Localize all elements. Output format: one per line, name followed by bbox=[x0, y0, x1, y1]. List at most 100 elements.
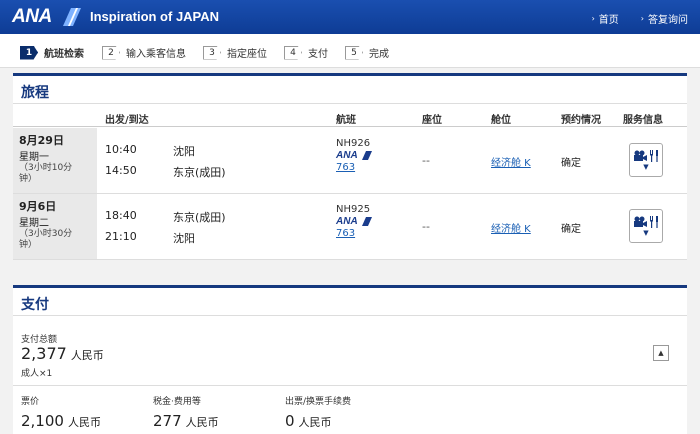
inquiry-link-label: 答复询问 bbox=[648, 15, 688, 26]
fee-taxes: 税金·费用等 277 人民币 bbox=[153, 394, 219, 430]
col-seat: 座位 bbox=[422, 115, 442, 126]
fee-currency: 人民币 bbox=[298, 416, 332, 429]
booking-steps: 1 航班检索 2 输入乘客信息 3 指定座位 4 支付 5 完成 bbox=[0, 34, 700, 68]
fee-value: 2,100 bbox=[21, 412, 64, 430]
total-value: 2,377 bbox=[21, 344, 67, 363]
weekday: 星期二 bbox=[19, 218, 49, 229]
duration-cont: 钟） bbox=[19, 174, 38, 184]
flight-number: NH925 bbox=[336, 204, 371, 215]
movie-camera-icon bbox=[634, 216, 647, 227]
departure-city: 沈阳 bbox=[173, 145, 195, 158]
fee-currency: 人民币 bbox=[67, 416, 101, 429]
step-1: 1 航班检索 bbox=[20, 45, 84, 60]
chevron-down-icon: ▼ bbox=[643, 228, 649, 237]
airline-name: ANA bbox=[336, 216, 358, 227]
itinerary-card: 旅程 出发/到达 航班 座位 舱位 预约情况 服务信息 8月29日 星期一 （3… bbox=[13, 73, 687, 260]
collapse-button[interactable]: ▲ bbox=[653, 345, 669, 361]
step-number: 5 bbox=[345, 45, 363, 60]
fee-ticketing: 出票/换票手续费 0 人民币 bbox=[285, 394, 351, 430]
aircraft-link[interactable]: 763 bbox=[336, 162, 372, 173]
chevron-right-icon: › bbox=[640, 14, 644, 23]
col-cabin: 舱位 bbox=[491, 115, 511, 126]
fee-label: 出票/换票手续费 bbox=[285, 397, 352, 407]
payment-title: 支付 bbox=[13, 288, 687, 316]
cabin-link[interactable]: 经济舱 K bbox=[491, 220, 531, 235]
meal-icon bbox=[650, 215, 658, 228]
chevron-down-icon: ▼ bbox=[643, 162, 649, 171]
step-label: 航班检索 bbox=[44, 49, 84, 60]
date-cell: 8月29日 星期一 （3小时10分 钟） bbox=[13, 128, 97, 193]
ana-logo-mark-icon bbox=[361, 217, 372, 226]
ana-logo[interactable]: ANA bbox=[12, 6, 81, 28]
fee-value: 0 bbox=[285, 412, 295, 430]
arrival-city: 沈阳 bbox=[173, 232, 195, 245]
arrival-time: 21:10 bbox=[105, 230, 137, 243]
flight-date: 9月6日 bbox=[19, 200, 57, 213]
duration: （3小时30分 bbox=[19, 229, 73, 239]
airline-logo: ANA bbox=[336, 216, 372, 227]
aircraft-link[interactable]: 763 bbox=[336, 228, 372, 239]
step-5: 5 完成 bbox=[345, 45, 389, 60]
col-depart-arrive: 出发/到达 bbox=[105, 115, 149, 126]
airline-logo: ANA bbox=[336, 150, 372, 161]
weekday: 星期一 bbox=[19, 152, 49, 163]
duration-cont: 钟） bbox=[19, 240, 38, 250]
seat-value: -- bbox=[422, 220, 430, 233]
chevron-right-icon: › bbox=[591, 14, 595, 23]
chevron-up-icon: ▲ bbox=[658, 349, 664, 357]
step-4: 4 支付 bbox=[284, 45, 328, 60]
itinerary-table-header: 出发/到达 航班 座位 舱位 预约情况 服务信息 bbox=[13, 107, 687, 127]
fee-fare: 票价 2,100 人民币 bbox=[21, 394, 101, 430]
top-bar: ANA Inspiration of JAPAN › 首页 › 答复询问 bbox=[0, 0, 700, 34]
ana-logo-mark-icon bbox=[62, 8, 81, 26]
flight-cell: NH926 ANA 763 bbox=[336, 138, 372, 173]
fee-value: 277 bbox=[153, 412, 182, 430]
step-label: 支付 bbox=[308, 49, 328, 60]
booking-status: 确定 bbox=[561, 224, 581, 235]
top-links: › 首页 › 答复询问 bbox=[592, 11, 688, 26]
step-number: 1 bbox=[20, 45, 38, 60]
departure-time: 18:40 bbox=[105, 209, 137, 222]
movie-camera-icon bbox=[634, 150, 647, 161]
inquiry-link[interactable]: › 答复询问 bbox=[641, 11, 688, 26]
flight-cell: NH925 ANA 763 bbox=[336, 204, 372, 239]
step-number: 4 bbox=[284, 45, 302, 60]
ana-logo-mark-icon bbox=[361, 151, 372, 160]
fee-label: 票价 bbox=[21, 397, 40, 407]
divider bbox=[13, 385, 687, 386]
itinerary-title: 旅程 bbox=[13, 76, 687, 104]
fee-label: 税金·费用等 bbox=[153, 397, 201, 407]
meal-icon bbox=[650, 149, 658, 162]
table-row: 8月29日 星期一 （3小时10分 钟） 10:40 沈阳 14:50 东京(成… bbox=[13, 128, 687, 194]
step-label: 输入乘客信息 bbox=[126, 49, 186, 60]
col-service: 服务信息 bbox=[623, 115, 663, 126]
step-label: 完成 bbox=[369, 49, 389, 60]
logo-text: ANA bbox=[12, 6, 52, 27]
total-amount: 2,377 人民币 bbox=[21, 344, 104, 363]
col-booking-status: 预约情况 bbox=[561, 115, 601, 126]
booking-status: 确定 bbox=[561, 158, 581, 169]
service-info-button[interactable]: ▼ bbox=[629, 143, 663, 177]
step-label: 指定座位 bbox=[227, 49, 267, 60]
arrival-time: 14:50 bbox=[105, 164, 137, 177]
departure-time: 10:40 bbox=[105, 143, 137, 156]
departure-city: 东京(成田) bbox=[173, 211, 226, 224]
step-3: 3 指定座位 bbox=[203, 45, 267, 60]
col-flight: 航班 bbox=[336, 115, 356, 126]
home-link-label: 首页 bbox=[598, 15, 619, 26]
table-row: 9月6日 星期二 （3小时30分 钟） 18:40 东京(成田) 21:10 沈… bbox=[13, 194, 687, 260]
date-cell: 9月6日 星期二 （3小时30分 钟） bbox=[13, 194, 97, 259]
total-currency: 人民币 bbox=[70, 349, 104, 362]
service-info-button[interactable]: ▼ bbox=[629, 209, 663, 243]
arrival-city: 东京(成田) bbox=[173, 166, 226, 179]
airline-name: ANA bbox=[336, 150, 358, 161]
step-number: 2 bbox=[102, 45, 120, 60]
cabin-link[interactable]: 经济舱 K bbox=[491, 154, 531, 169]
fee-currency: 人民币 bbox=[185, 416, 219, 429]
home-link[interactable]: › 首页 bbox=[592, 11, 619, 26]
passenger-count: 成人×1 bbox=[21, 369, 53, 379]
tagline: Inspiration of JAPAN bbox=[90, 9, 220, 24]
flight-date: 8月29日 bbox=[19, 134, 64, 147]
duration: （3小时10分 bbox=[19, 163, 73, 173]
payment-card: 支付 支付总额 2,377 人民币 成人×1 ▲ 票价 2,100 人民币 税金·费… bbox=[13, 285, 687, 434]
